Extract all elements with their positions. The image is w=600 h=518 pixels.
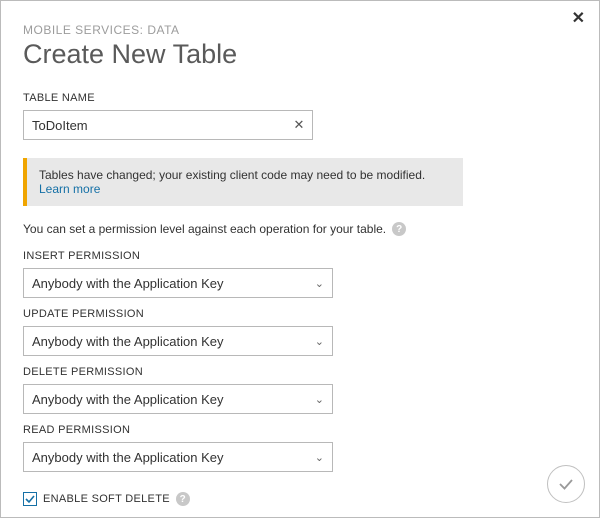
update-permission-label: UPDATE PERMISSION [23, 308, 577, 320]
read-permission-label: READ PERMISSION [23, 424, 577, 436]
chevron-down-icon: ⌄ [315, 393, 324, 406]
delete-permission-select[interactable]: Anybody with the Application Key ⌄ [23, 384, 333, 414]
confirm-button[interactable] [547, 465, 585, 503]
insert-permission-value: Anybody with the Application Key [32, 276, 224, 291]
permission-description: You can set a permission level against e… [23, 222, 577, 236]
learn-more-link[interactable]: Learn more [39, 182, 100, 196]
info-banner-text: Tables have changed; your existing clien… [39, 168, 425, 182]
table-name-input-wrap[interactable]: ✕ [23, 110, 313, 140]
insert-permission-label: INSERT PERMISSION [23, 250, 577, 262]
clear-input-icon[interactable]: ✕ [286, 117, 312, 133]
chevron-down-icon: ⌄ [315, 335, 324, 348]
chevron-down-icon: ⌄ [315, 277, 324, 290]
read-permission-value: Anybody with the Application Key [32, 450, 224, 465]
checkmark-icon [556, 474, 576, 494]
delete-permission-label: DELETE PERMISSION [23, 366, 577, 378]
delete-permission-value: Anybody with the Application Key [32, 392, 224, 407]
soft-delete-row: ENABLE SOFT DELETE ? [23, 492, 577, 506]
update-permission-value: Anybody with the Application Key [32, 334, 224, 349]
soft-delete-checkbox[interactable] [23, 492, 37, 506]
permission-description-text: You can set a permission level against e… [23, 222, 386, 236]
info-banner: Tables have changed; your existing clien… [23, 158, 463, 206]
help-icon[interactable]: ? [176, 492, 190, 506]
checkmark-icon [25, 494, 35, 504]
insert-permission-select[interactable]: Anybody with the Application Key ⌄ [23, 268, 333, 298]
dialog-title: Create New Table [23, 39, 577, 70]
table-name-input[interactable] [24, 111, 286, 139]
chevron-down-icon: ⌄ [315, 451, 324, 464]
read-permission-select[interactable]: Anybody with the Application Key ⌄ [23, 442, 333, 472]
update-permission-select[interactable]: Anybody with the Application Key ⌄ [23, 326, 333, 356]
table-name-label: TABLE NAME [23, 92, 577, 104]
close-icon[interactable]: ✕ [572, 11, 585, 27]
help-icon[interactable]: ? [392, 222, 406, 236]
dialog-subheading: MOBILE SERVICES: DATA [23, 23, 577, 37]
soft-delete-label: ENABLE SOFT DELETE [43, 493, 170, 505]
create-table-dialog: ✕ MOBILE SERVICES: DATA Create New Table… [0, 0, 600, 518]
